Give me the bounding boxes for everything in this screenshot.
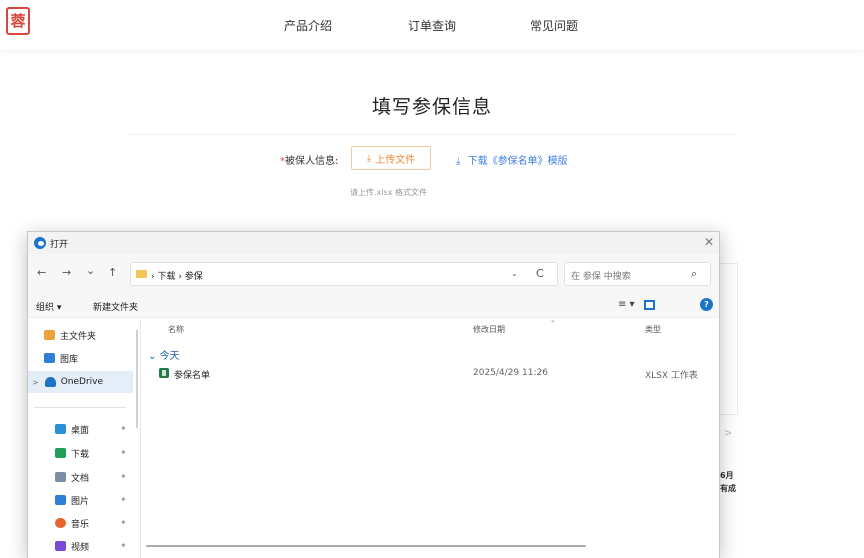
dialog-navigation-bar: ← → ⌄ ↑ › 下载 › 参保 ⌄ C 在 参保 中搜索 ⌕ — [28, 254, 719, 294]
gallery-icon — [44, 353, 55, 363]
dialog-titlebar: 打开 ✕ — [28, 232, 719, 254]
view-options-icon[interactable]: ≡ ▾ — [618, 299, 635, 310]
sidebar-item-documents[interactable]: 文档 — [28, 466, 133, 488]
forward-button[interactable]: → — [62, 266, 71, 279]
close-icon[interactable]: ✕ — [704, 235, 714, 249]
organize-button[interactable]: 组织 ▾ — [36, 300, 61, 313]
dialog-title: 打开 — [50, 240, 69, 250]
search-input[interactable]: 在 参保 中搜索 ⌕ — [564, 262, 711, 286]
document-icon — [55, 472, 66, 482]
sort-chevron-icon: ⌄ — [550, 316, 556, 324]
open-file-dialog: 打开 ✕ ← → ⌄ ↑ › 下载 › 参保 ⌄ C 在 参保 中搜索 ⌕ 组织… — [27, 231, 720, 558]
background-chevron-icon[interactable]: > — [724, 428, 732, 439]
desktop-icon — [55, 424, 66, 434]
upload-file-button[interactable]: ⤓ 上传文件 — [351, 146, 431, 170]
sidebar-splitter[interactable] — [136, 330, 138, 428]
background-text: 6月 — [720, 471, 734, 480]
browser-icon — [34, 237, 46, 249]
nav-product-intro[interactable]: 产品介绍 — [284, 17, 332, 34]
expand-chevron-icon[interactable]: > — [32, 378, 39, 387]
breadcrumb[interactable]: › 下载 › 参保 — [151, 269, 203, 282]
sidebar-item-videos[interactable]: 视频 — [28, 535, 133, 557]
chevron-down-icon[interactable]: ⌄ — [511, 269, 518, 278]
sidebar-item-music[interactable]: 音乐 — [28, 512, 133, 534]
page-title: 填写参保信息 — [371, 96, 492, 118]
up-button[interactable]: ↑ — [108, 266, 117, 279]
column-header-name[interactable]: 名称 — [168, 324, 184, 335]
upload-hint: 请上传.xlsx 格式文件 — [350, 188, 427, 197]
new-folder-button[interactable]: 新建文件夹 — [93, 300, 138, 313]
pin-icon[interactable]: ✦ — [120, 541, 127, 550]
nav-order-query[interactable]: 订单查询 — [408, 17, 456, 34]
recent-locations-button[interactable]: ⌄ — [86, 264, 95, 277]
sidebar-item-pictures[interactable]: 图片 — [28, 489, 133, 511]
download-icon — [55, 448, 66, 458]
sidebar-item-downloads[interactable]: 下载 — [28, 442, 133, 464]
top-nav: 蓉 产品介绍 订单查询 常见问题 — [0, 0, 864, 50]
sidebar-item-onedrive[interactable]: > OneDrive — [28, 371, 133, 393]
sidebar-divider — [140, 320, 141, 558]
excel-file-icon — [159, 368, 169, 378]
pin-icon[interactable]: ✦ — [120, 472, 127, 481]
pin-icon[interactable]: ✦ — [120, 518, 127, 527]
search-placeholder: 在 参保 中搜索 — [571, 272, 631, 282]
sidebar-item-gallery[interactable]: 图库 — [28, 347, 133, 369]
upload-icon: ⤓ — [366, 152, 372, 164]
upload-file-label: 上传文件 — [375, 154, 416, 166]
insured-info-label: *被保人信息: — [280, 156, 339, 167]
home-icon — [44, 330, 55, 340]
sidebar-item-desktop[interactable]: 桌面 — [28, 418, 133, 440]
file-type: XLSX 工作表 — [645, 371, 698, 381]
horizontal-scrollbar[interactable] — [146, 545, 586, 547]
cloud-icon — [44, 377, 56, 387]
music-icon — [55, 518, 66, 528]
column-header-type[interactable]: 类型 — [645, 324, 661, 335]
dialog-toolbar: 组织 ▾ 新建文件夹 ≡ ▾ ? — [28, 294, 719, 318]
video-icon — [55, 541, 66, 551]
preview-pane-icon[interactable] — [644, 300, 655, 310]
folder-icon — [136, 270, 147, 278]
logo[interactable]: 蓉 — [6, 7, 30, 35]
refresh-icon[interactable]: C — [536, 267, 544, 280]
sidebar-separator — [34, 407, 126, 408]
download-icon: ⤓ — [456, 156, 461, 167]
nav-faq[interactable]: 常见问题 — [530, 17, 578, 34]
divider — [128, 134, 736, 135]
file-modified: 2025/4/29 11:26 — [473, 368, 548, 378]
download-template-link[interactable]: ⤓ 下载《参保名单》模版 — [456, 152, 568, 167]
group-header-today[interactable]: ⌄ 今天 — [148, 347, 180, 362]
help-icon[interactable]: ? — [700, 298, 713, 311]
search-icon[interactable]: ⌕ — [691, 267, 697, 281]
file-name[interactable]: 参保名单 — [174, 368, 210, 381]
address-bar[interactable]: › 下载 › 参保 ⌄ C — [130, 262, 558, 286]
sidebar-item-home[interactable]: 主文件夹 — [28, 324, 133, 346]
back-button[interactable]: ← — [37, 266, 46, 279]
download-template-label: 下载《参保名单》模版 — [467, 156, 568, 167]
pictures-icon — [55, 495, 66, 505]
pin-icon[interactable]: ✦ — [120, 448, 127, 457]
column-header-modified[interactable]: 修改日期 — [473, 324, 505, 335]
pin-icon[interactable]: ✦ — [120, 424, 127, 433]
background-text: 有成 — [720, 484, 736, 493]
pin-icon[interactable]: ✦ — [120, 495, 127, 504]
